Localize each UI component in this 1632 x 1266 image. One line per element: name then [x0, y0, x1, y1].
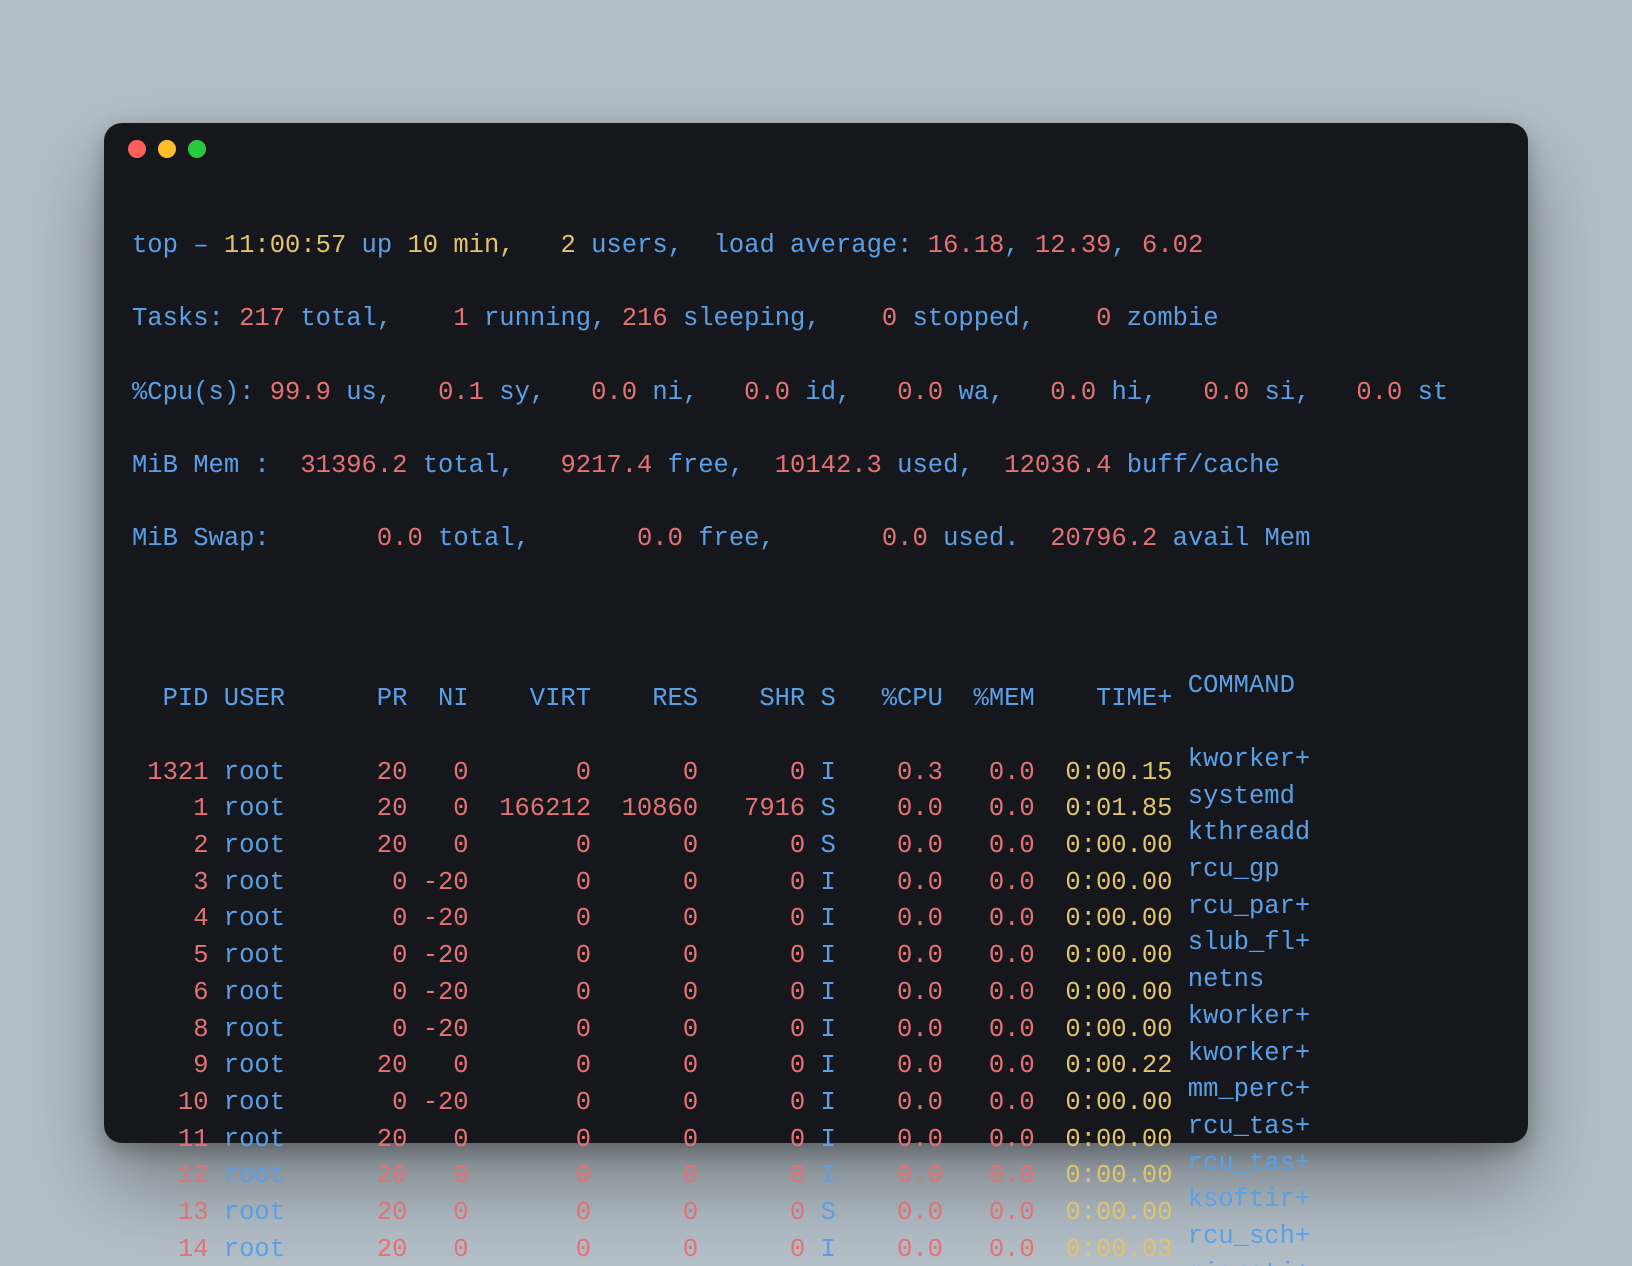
maximize-icon[interactable]: [188, 140, 206, 158]
process-row[interactable]: 1 root200166212108607916S0.00.00:01.85sy…: [132, 779, 1500, 816]
process-row[interactable]: 9 root200000I0.00.00:00.22kworker+: [132, 1036, 1500, 1073]
process-row[interactable]: 12 root200000I0.00.00:00.00rcu_tas+: [132, 1146, 1500, 1183]
cell-cmd: rcu_tas+: [1172, 1109, 1325, 1146]
cell-cmd: kworker+: [1172, 999, 1325, 1036]
terminal-body[interactable]: top – 11:00:57 up 10 min, 2 users, load …: [104, 175, 1528, 1266]
cell-cmd: netns: [1172, 962, 1325, 999]
top-summary-line-5: MiB Swap: 0.0 total, 0.0 free, 0.0 used.…: [132, 521, 1500, 558]
cell-cmd: rcu_gp: [1172, 852, 1325, 889]
top-summary-line-2: Tasks: 217 total, 1 running, 216 sleepin…: [132, 301, 1500, 338]
cell-cmd: kworker+: [1172, 1036, 1325, 1073]
top-summary-line-4: MiB Mem : 31396.2 total, 9217.4 free, 10…: [132, 448, 1500, 485]
cell-cmd: kthreadd: [1172, 815, 1325, 852]
process-row[interactable]: 15 rootrt0000S0.00.00:00.01migrati+: [132, 1256, 1500, 1266]
cell-cmd: rcu_tas+: [1172, 1146, 1325, 1183]
top-summary-line-1: top – 11:00:57 up 10 min, 2 users, load …: [132, 228, 1500, 265]
process-row[interactable]: 2 root200000S0.00.00:00.00kthreadd: [132, 815, 1500, 852]
process-row[interactable]: 5 root0-20000I0.00.00:00.00slub_fl+: [132, 925, 1500, 962]
cell-cmd: ksoftir+: [1172, 1182, 1325, 1219]
process-table: 1321 root200000I0.30.00:00.15kworker+1 r…: [132, 742, 1500, 1266]
top-summary-line-3: %Cpu(s): 99.9 us, 0.1 sy, 0.0 ni, 0.0 id…: [132, 375, 1500, 412]
cell-cmd: migrati+: [1172, 1256, 1325, 1266]
process-row[interactable]: 11 root200000I0.00.00:00.00rcu_tas+: [132, 1109, 1500, 1146]
process-row[interactable]: 6 root0-20000I0.00.00:00.00netns: [132, 962, 1500, 999]
process-row[interactable]: 1321 root200000I0.30.00:00.15kworker+: [132, 742, 1500, 779]
process-row[interactable]: 4 root0-20000I0.00.00:00.00rcu_par+: [132, 889, 1500, 926]
process-row[interactable]: 3 root0-20000I0.00.00:00.00rcu_gp: [132, 852, 1500, 889]
process-row[interactable]: 13 root200000S0.00.00:00.00ksoftir+: [132, 1182, 1500, 1219]
cell-cmd: systemd: [1172, 779, 1325, 816]
process-header: PID USERPRNIVIRTRESSHRS%CPU%MEMTIME+COMM…: [132, 668, 1500, 705]
process-row[interactable]: 10 root0-20000I0.00.00:00.00mm_perc+: [132, 1072, 1500, 1109]
cell-cmd: rcu_par+: [1172, 889, 1325, 926]
cell-cmd: kworker+: [1172, 742, 1325, 779]
cell-cmd: rcu_sch+: [1172, 1219, 1325, 1256]
cell-cmd: mm_perc+: [1172, 1072, 1325, 1109]
process-row[interactable]: 14 root200000I0.00.00:00.03rcu_sch+: [132, 1219, 1500, 1256]
minimize-icon[interactable]: [158, 140, 176, 158]
close-icon[interactable]: [128, 140, 146, 158]
cell-cmd: slub_fl+: [1172, 925, 1325, 962]
terminal-window[interactable]: top – 11:00:57 up 10 min, 2 users, load …: [104, 123, 1528, 1143]
process-row[interactable]: 8 root0-20000I0.00.00:00.00kworker+: [132, 999, 1500, 1036]
window-titlebar: [104, 123, 1528, 175]
